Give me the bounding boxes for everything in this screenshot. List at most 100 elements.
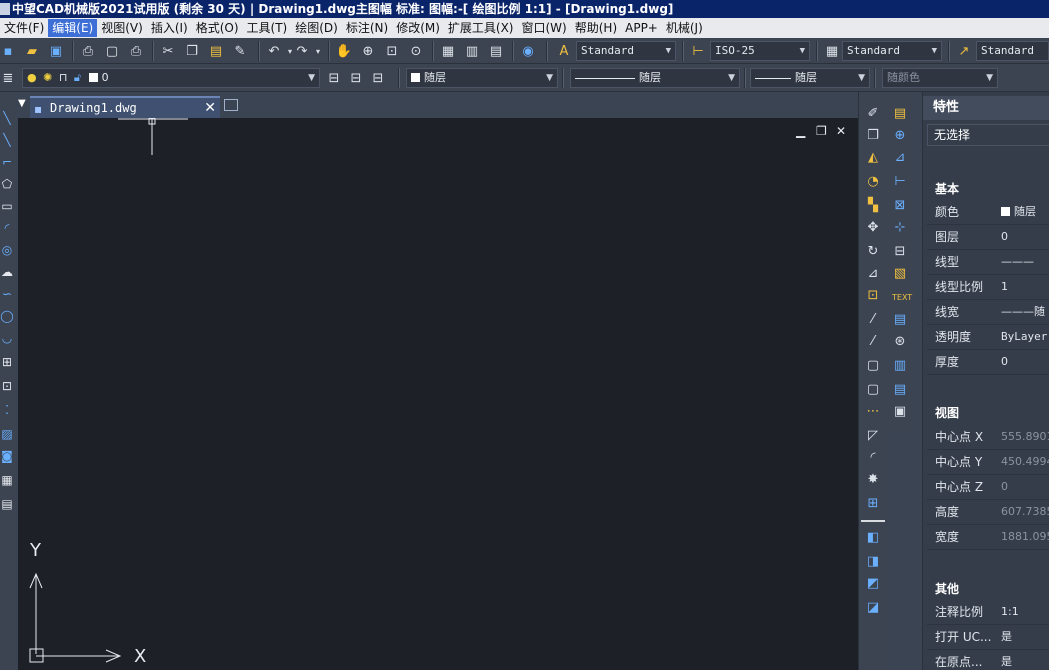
lineweight-select[interactable]: 随层 ▼ bbox=[750, 68, 870, 88]
prop-row-ucs-at-origin[interactable]: 在原点... 是 bbox=[927, 650, 1049, 670]
polyline-icon[interactable]: ⌐ bbox=[0, 154, 14, 170]
explode-icon[interactable]: ✸ bbox=[865, 472, 881, 488]
copy-object-icon[interactable]: ❐ bbox=[865, 128, 881, 144]
draw-order-front-icon[interactable]: ◧ bbox=[865, 530, 881, 546]
rotate-icon[interactable]: ↻ bbox=[865, 244, 881, 260]
revision-cloud-icon[interactable]: ☁ bbox=[0, 264, 14, 280]
wblock-icon[interactable]: ⊛ bbox=[892, 334, 908, 350]
mirror-icon[interactable]: ◭ bbox=[865, 150, 881, 166]
design-center-icon[interactable]: ▥ bbox=[464, 43, 480, 59]
undo-icon[interactable]: ↶ bbox=[266, 43, 282, 59]
polygon-icon[interactable]: ⬠ bbox=[0, 176, 14, 192]
array-icon[interactable]: ▚ bbox=[865, 198, 881, 214]
insert-block-icon[interactable]: ⊞ bbox=[0, 354, 14, 370]
tool-palette-icon[interactable]: ▤ bbox=[488, 43, 504, 59]
construction-line-icon[interactable]: ╲ bbox=[0, 132, 14, 148]
tab-list-dropdown-icon[interactable]: ▼ bbox=[18, 98, 26, 109]
prop-row-width[interactable]: 宽度 1881.095 bbox=[927, 525, 1049, 550]
prop-row-height[interactable]: 高度 607.7385 bbox=[927, 500, 1049, 525]
menu-format[interactable]: 格式(O) bbox=[192, 19, 243, 37]
arc-icon[interactable]: ◜ bbox=[0, 220, 14, 236]
layer-manager-icon[interactable]: ≣ bbox=[0, 70, 16, 86]
menu-insert[interactable]: 插入(I) bbox=[147, 19, 192, 37]
section-other[interactable]: 其他 bbox=[923, 578, 1049, 600]
prop-row-annotation-scale[interactable]: 注释比例 1:1 bbox=[927, 600, 1049, 625]
chamfer-icon[interactable]: ◸ bbox=[865, 428, 881, 444]
menu-window[interactable]: 窗口(W) bbox=[518, 19, 571, 37]
quick-select-icon[interactable]: ▧ bbox=[892, 266, 908, 282]
point-icon[interactable]: ⁚ bbox=[0, 402, 14, 418]
rectangle-icon[interactable]: ▭ bbox=[0, 198, 14, 214]
send-under-icon[interactable]: ◪ bbox=[865, 600, 881, 616]
menu-help[interactable]: 帮助(H) bbox=[571, 19, 621, 37]
spline-icon[interactable]: ∽ bbox=[0, 286, 14, 302]
zoom-window-icon[interactable]: ⊡ bbox=[384, 43, 400, 59]
ellipse-arc-icon[interactable]: ◡ bbox=[0, 330, 14, 346]
purge-icon[interactable]: ▥ bbox=[892, 358, 908, 374]
linetype-select[interactable]: 随层 ▼ bbox=[570, 68, 740, 88]
layer-select[interactable]: ● ✺ ⊓ 🔓︎ 0 ▼ bbox=[22, 68, 320, 88]
text-tool-icon[interactable]: TEXT bbox=[892, 290, 912, 306]
section-basic[interactable]: 基本 bbox=[923, 178, 1049, 200]
break-icon[interactable]: ▢ bbox=[865, 382, 881, 398]
ellipse-icon[interactable]: ◯ bbox=[0, 308, 14, 324]
prop-row-ucs-icon-on[interactable]: 打开 UC... 是 bbox=[927, 625, 1049, 650]
cut-icon[interactable]: ✂ bbox=[160, 43, 176, 59]
distance-icon[interactable]: ⊿ bbox=[892, 150, 908, 166]
layer-state-icon[interactable]: ⊟ bbox=[370, 70, 386, 86]
region-mass-icon[interactable]: ⊟ bbox=[892, 244, 908, 260]
id-point-icon[interactable]: ⊹ bbox=[892, 220, 908, 236]
prop-row-lineweight[interactable]: 线宽 ———随 bbox=[927, 300, 1049, 325]
drawing-canvas[interactable]: Y X ▁ ❐ ✕ bbox=[18, 118, 858, 670]
region-icon[interactable]: ◙ bbox=[0, 448, 14, 464]
prop-row-transparency[interactable]: 透明度 ByLayer bbox=[927, 325, 1049, 350]
prop-row-color[interactable]: 颜色 随层 bbox=[927, 200, 1049, 225]
selection-dropdown[interactable]: 无选择 bbox=[927, 124, 1049, 146]
multiline-text-icon[interactable]: ▤ bbox=[0, 496, 14, 512]
publish-icon[interactable]: ⎙ bbox=[128, 43, 144, 59]
prop-row-layer[interactable]: 图层 0 bbox=[927, 225, 1049, 250]
layer-translator-icon[interactable]: ▤ bbox=[892, 382, 908, 398]
plot-style-select[interactable]: 随颜色 ▼ bbox=[882, 68, 998, 88]
make-block-icon[interactable]: ⊡ bbox=[0, 378, 14, 394]
prop-row-linetype-scale[interactable]: 线型比例 1 bbox=[927, 275, 1049, 300]
redo-icon[interactable]: ↷ bbox=[294, 43, 310, 59]
menu-draw[interactable]: 绘图(D) bbox=[291, 19, 342, 37]
design-center-icon[interactable]: ▤ bbox=[892, 106, 908, 122]
trim-icon[interactable]: ⁄ bbox=[865, 312, 881, 328]
attribute-icon[interactable]: ▤ bbox=[892, 312, 908, 328]
menu-view[interactable]: 视图(V) bbox=[97, 19, 147, 37]
text-style-select[interactable]: Standard ▼ bbox=[576, 41, 676, 61]
prop-row-linetype[interactable]: 线型 ——— bbox=[927, 250, 1049, 275]
print-icon[interactable]: ⎙ bbox=[80, 43, 96, 59]
save-icon[interactable]: ▣ bbox=[48, 43, 64, 59]
color-select[interactable]: 随层 ▼ bbox=[406, 68, 558, 88]
close-tab-icon[interactable]: ✕ bbox=[204, 98, 216, 118]
offset-icon[interactable]: ◔ bbox=[865, 174, 881, 190]
stretch-icon[interactable]: ⊡ bbox=[865, 288, 881, 304]
layer-previous-icon[interactable]: ⊟ bbox=[348, 70, 364, 86]
line-tool-icon[interactable]: ╲ bbox=[0, 110, 14, 126]
draw-order-back-icon[interactable]: ◨ bbox=[865, 554, 881, 570]
prop-row-thickness[interactable]: 厚度 0 bbox=[927, 350, 1049, 375]
edit-polyline-icon[interactable]: ⊞ bbox=[865, 496, 881, 512]
dimension-style-select[interactable]: ISO-25 ▼ bbox=[710, 41, 810, 61]
erase-icon[interactable]: ✐ bbox=[865, 106, 881, 122]
menu-app-plus[interactable]: APP+ bbox=[621, 19, 662, 37]
scale-icon[interactable]: ⊿ bbox=[865, 266, 881, 282]
break-at-point-icon[interactable]: ▢ bbox=[865, 358, 881, 374]
multileader-style-select[interactable]: Standard bbox=[976, 41, 1049, 61]
table-icon[interactable]: ▦ bbox=[0, 472, 14, 488]
pan-hand-icon[interactable]: ✋ bbox=[336, 43, 352, 59]
menu-modify[interactable]: 修改(M) bbox=[392, 19, 444, 37]
move-icon[interactable]: ✥ bbox=[865, 220, 881, 236]
table-style-select[interactable]: Standard ▼ bbox=[842, 41, 942, 61]
minimize-icon[interactable]: ▁ bbox=[796, 124, 805, 138]
copy-icon[interactable]: ❐ bbox=[184, 43, 200, 59]
zoom-icon[interactable]: ⊕ bbox=[892, 128, 908, 144]
prop-row-center-z[interactable]: 中心点 Z0 bbox=[927, 475, 1049, 500]
hatch-icon[interactable]: ▨ bbox=[0, 426, 14, 442]
prop-row-center-x[interactable]: 中心点 X 555.8901 bbox=[927, 425, 1049, 450]
restore-icon[interactable]: ❐ bbox=[816, 124, 827, 138]
menu-edit[interactable]: 编辑(E) bbox=[48, 19, 98, 37]
